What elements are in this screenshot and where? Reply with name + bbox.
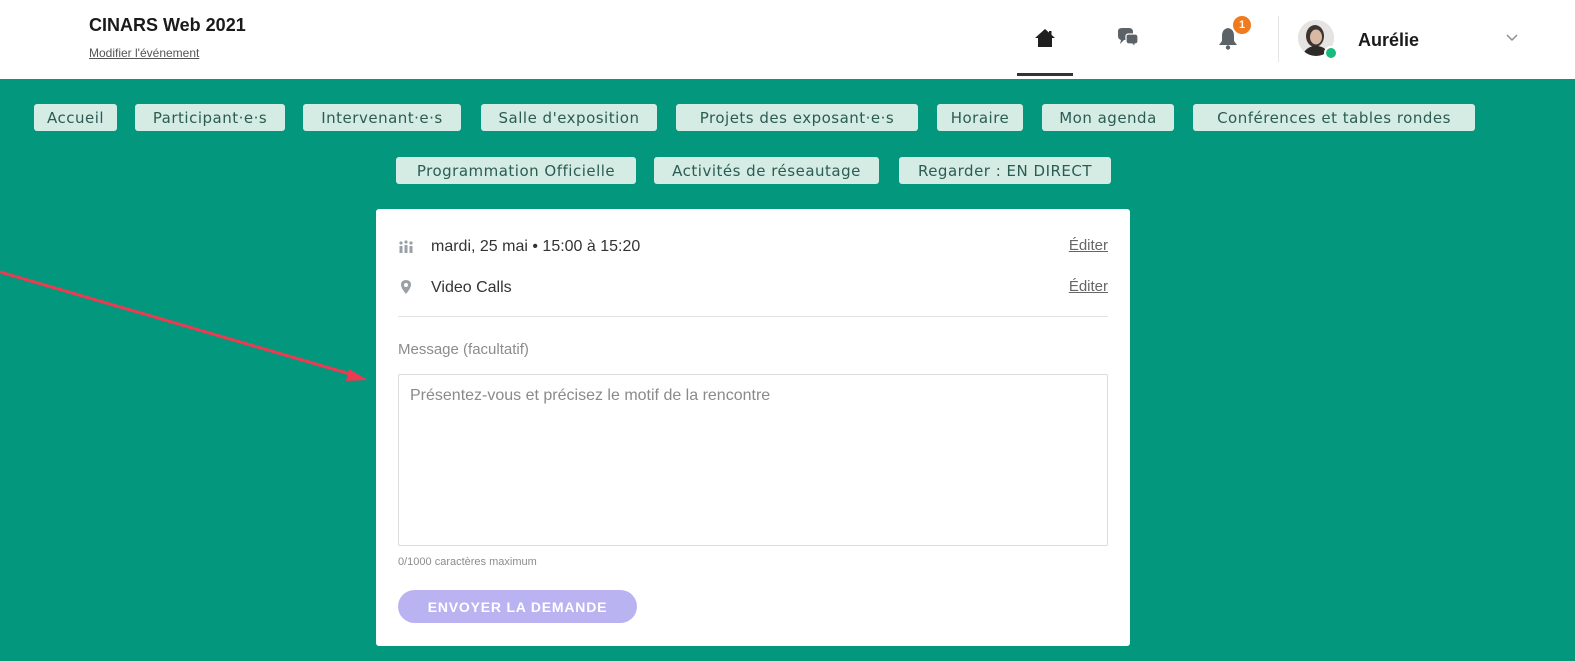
message-textarea[interactable]	[398, 374, 1108, 546]
tab-projets-exposants[interactable]: Projets des exposant·e·s	[676, 104, 918, 131]
character-counter: 0/1000 caractères maximum	[398, 556, 537, 568]
header-divider	[1278, 16, 1279, 62]
tab-conferences[interactable]: Conférences et tables rondes	[1193, 104, 1475, 131]
user-name[interactable]: Aurélie	[1358, 30, 1419, 51]
online-status-dot	[1324, 46, 1338, 60]
home-icon[interactable]	[1031, 24, 1059, 52]
people-calendar-icon	[398, 239, 414, 255]
edit-event-link[interactable]: Modifier l'événement	[89, 46, 199, 60]
message-label: Message (facultatif)	[398, 341, 529, 358]
tab-mon-agenda[interactable]: Mon agenda	[1042, 104, 1174, 131]
tab-intervenants[interactable]: Intervenant·e·s	[303, 104, 461, 131]
send-request-button[interactable]: ENVOYER LA DEMANDE	[398, 590, 637, 623]
event-title: CINARS Web 2021	[89, 15, 246, 35]
notification-count-badge: 1	[1233, 16, 1251, 34]
tab-participants[interactable]: Participant·e·s	[135, 104, 285, 131]
map-pin-icon	[398, 279, 414, 295]
tab-accueil[interactable]: Accueil	[34, 104, 117, 131]
chevron-down-icon[interactable]	[1505, 30, 1519, 44]
edit-location-link[interactable]: Éditer	[1069, 278, 1108, 295]
tab-programmation-officielle[interactable]: Programmation Officielle	[396, 157, 636, 184]
edit-date-link[interactable]: Éditer	[1069, 237, 1108, 254]
tab-salle-exposition[interactable]: Salle d'exposition	[481, 104, 657, 131]
tab-regarder-en-direct[interactable]: Regarder : EN DIRECT	[899, 157, 1111, 184]
tab-horaire[interactable]: Horaire	[937, 104, 1023, 131]
top-header: CINARS Web 2021 Modifier l'événement 1 A…	[0, 0, 1575, 79]
card-divider	[398, 316, 1108, 317]
chat-bubbles-icon[interactable]	[1114, 24, 1142, 52]
tab-activites-reseautage[interactable]: Activités de réseautage	[654, 157, 879, 184]
meeting-location: Video Calls	[431, 279, 512, 296]
meeting-date-time: mardi, 25 mai • 15:00 à 15:20	[431, 238, 641, 255]
meeting-request-card: mardi, 25 mai • 15:00 à 15:20 Éditer Vid…	[376, 209, 1130, 646]
home-active-underline	[1017, 73, 1073, 76]
